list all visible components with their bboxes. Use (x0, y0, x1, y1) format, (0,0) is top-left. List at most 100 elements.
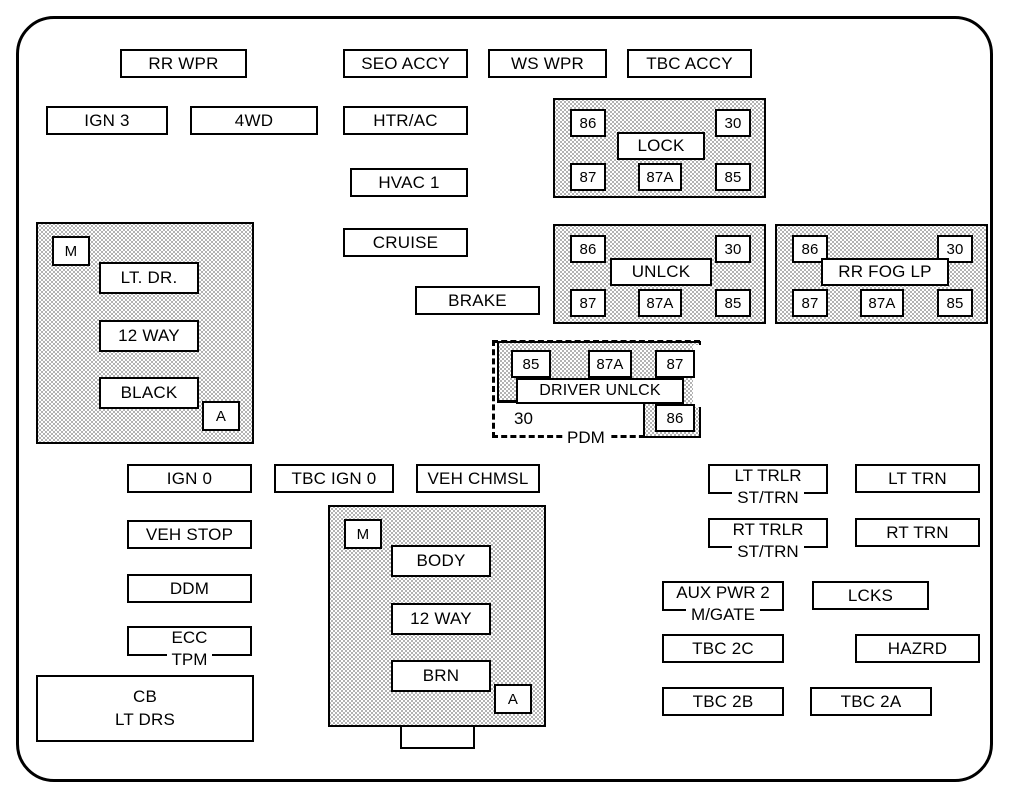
pdm-terminal-87a[interactable]: 87A (588, 350, 632, 378)
connector-row-label: BRN (422, 666, 460, 685)
fuse-ign-0[interactable]: IGN 0 (127, 464, 252, 493)
relay-rr-fog-lp[interactable]: 86 30 RR FOG LP 87 87A 85 (775, 224, 988, 324)
cb-label-line2: LT DRS (114, 709, 176, 729)
terminal-label: 87A (646, 294, 674, 312)
connector-marker-a: A (494, 684, 532, 714)
relay-terminal-87[interactable]: 87 (570, 163, 606, 191)
relay-terminal-86[interactable]: 86 (570, 109, 606, 137)
fuse-label: TBC 2B (692, 691, 754, 711)
fuse-ign-3[interactable]: IGN 3 (46, 106, 168, 135)
terminal-label: 85 (946, 294, 964, 312)
connector-block-body-tab (400, 727, 475, 749)
marker-label: A (215, 407, 227, 425)
fuse-label: LT TRN (888, 468, 947, 488)
relay-terminal-85[interactable]: 85 (715, 289, 751, 317)
terminal-label: 87A (868, 294, 896, 312)
terminal-label: 86 (666, 409, 684, 427)
relay-terminal-85[interactable]: 85 (937, 289, 973, 317)
fuse-lt-trlr-st-trn[interactable]: LT TRLR ST/TRN (708, 464, 828, 508)
pdm-terminal-30-label: 30 (514, 409, 533, 428)
connector-row-label: 12 WAY (118, 326, 180, 345)
fuse-hazrd[interactable]: HAZRD (855, 634, 980, 663)
pdm-module-label: PDM (563, 428, 609, 448)
fuse-label-line2: TPM (127, 650, 252, 670)
fuse-label: VEH STOP (145, 524, 234, 544)
fuse-aux-pwr-2-m-gate[interactable]: AUX PWR 2 M/GATE (662, 581, 784, 625)
pdm-terminal-87[interactable]: 87 (655, 350, 695, 378)
relay-unlck[interactable]: 86 30 UNLCK 87 87A 85 (553, 224, 766, 324)
pdm-terminal-85[interactable]: 85 (511, 350, 551, 378)
terminal-label: 87 (666, 355, 684, 373)
relay-terminal-87[interactable]: 87 (570, 289, 606, 317)
fuse-label-line2: ST/TRN (708, 488, 828, 508)
relay-terminal-30[interactable]: 30 (715, 109, 751, 137)
terminal-label: 30 (724, 114, 742, 132)
fuse-seo-accy[interactable]: SEO ACCY (343, 49, 468, 78)
terminal-label: 87A (646, 168, 674, 186)
terminal-label: 85 (724, 168, 742, 186)
fuse-label: TBC 2C (692, 638, 754, 658)
connector-row-body[interactable]: BODY (391, 545, 491, 577)
cb-label-line1: CB (132, 686, 158, 706)
fuse-brake[interactable]: BRAKE (415, 286, 540, 315)
connector-row-label: BODY (416, 551, 466, 570)
connector-row-12-way[interactable]: 12 WAY (99, 320, 199, 352)
relay-terminal-87a[interactable]: 87A (860, 289, 904, 317)
connector-marker-a: A (202, 401, 240, 431)
terminal-label: 86 (801, 240, 819, 258)
fuse-tbc-ign-0[interactable]: TBC IGN 0 (274, 464, 394, 493)
fuse-veh-chmsl[interactable]: VEH CHMSL (416, 464, 540, 493)
fuse-label: IGN 0 (166, 468, 213, 488)
relay-terminal-86[interactable]: 86 (570, 235, 606, 263)
fuse-ecc-tpm[interactable]: ECC TPM (127, 626, 252, 670)
circuit-breaker-cb-lt-drs[interactable]: CB LT DRS (36, 675, 254, 742)
fuse-label: CRUISE (372, 232, 439, 252)
pdm-terminal-86[interactable]: 86 (655, 404, 695, 432)
terminal-label: 87 (579, 294, 597, 312)
fuse-4wd[interactable]: 4WD (190, 106, 318, 135)
fuse-hvac-1[interactable]: HVAC 1 (350, 168, 468, 197)
fuse-rt-trn[interactable]: RT TRN (855, 518, 980, 547)
terminal-label: 85 (522, 355, 540, 373)
relay-terminal-87[interactable]: 87 (792, 289, 828, 317)
relay-name-label: DRIVER UNLCK (539, 382, 661, 399)
fuse-ddm[interactable]: DDM (127, 574, 252, 603)
fuse-rr-wpr[interactable]: RR WPR (120, 49, 247, 78)
fuse-lcks[interactable]: LCKS (812, 581, 929, 610)
relay-terminal-87a[interactable]: 87A (638, 289, 682, 317)
fuse-label-line2: M/GATE (662, 605, 784, 625)
fuse-label-line1: LT TRLR (734, 466, 802, 485)
terminal-label: 30 (724, 240, 742, 258)
fuse-rt-trlr-st-trn[interactable]: RT TRLR ST/TRN (708, 518, 828, 561)
fuse-tbc-2c[interactable]: TBC 2C (662, 634, 784, 663)
fuse-htr-ac[interactable]: HTR/AC (343, 106, 468, 135)
relay-name-label: UNLCK (631, 262, 691, 281)
fuse-lt-trn[interactable]: LT TRN (855, 464, 980, 493)
terminal-label: 87 (801, 294, 819, 312)
fuse-veh-stop[interactable]: VEH STOP (127, 520, 252, 549)
fuse-tbc-2b[interactable]: TBC 2B (662, 687, 784, 716)
connector-marker-m: M (52, 236, 90, 266)
relay-terminal-87a[interactable]: 87A (638, 163, 682, 191)
connector-block-lt-dr[interactable]: M LT. DR. 12 WAY BLACK A (36, 222, 254, 444)
relay-terminal-85[interactable]: 85 (715, 163, 751, 191)
fuse-label: SEO ACCY (361, 53, 450, 73)
connector-row-lt-dr[interactable]: LT. DR. (99, 262, 199, 294)
marker-label: A (507, 690, 519, 708)
terminal-label: 85 (724, 294, 742, 312)
fuse-tbc-2a[interactable]: TBC 2A (810, 687, 932, 716)
terminal-label: 87 (579, 168, 597, 186)
fuse-label: LCKS (847, 585, 894, 605)
pdm-edge-mask (693, 345, 707, 407)
fuse-cruise[interactable]: CRUISE (343, 228, 468, 257)
fuse-tbc-accy[interactable]: TBC ACCY (627, 49, 752, 78)
fuse-label: HVAC 1 (378, 172, 440, 192)
connector-row-brn[interactable]: BRN (391, 660, 491, 692)
relay-lock[interactable]: 86 30 LOCK 87 87A 85 (553, 98, 766, 198)
connector-row-12-way[interactable]: 12 WAY (391, 603, 491, 635)
relay-terminal-30[interactable]: 30 (715, 235, 751, 263)
connector-block-body[interactable]: M BODY 12 WAY BRN A (328, 505, 546, 727)
connector-row-black[interactable]: BLACK (99, 377, 199, 409)
fuse-ws-wpr[interactable]: WS WPR (488, 49, 607, 78)
relay-name-label: RR FOG LP (838, 262, 932, 281)
